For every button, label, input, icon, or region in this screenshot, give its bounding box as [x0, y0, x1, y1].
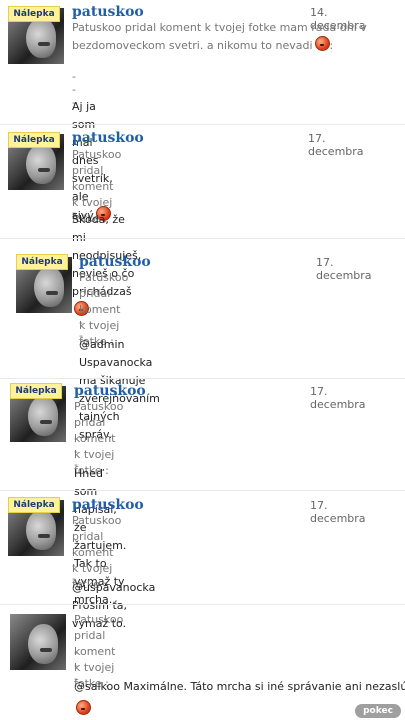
author-name[interactable]: patuskoo	[72, 497, 144, 513]
author-name[interactable]: patuskoo	[72, 4, 144, 20]
meta-line: bezdomoveckom svetri. a nikomu to nevadi…	[72, 36, 392, 54]
divider	[0, 604, 405, 605]
divider	[0, 378, 405, 379]
comment-meta: Patuskoo pridal koment k tvojej fotke ma…	[72, 20, 392, 54]
divider	[0, 124, 405, 125]
author-name[interactable]: patuskoo	[74, 383, 146, 399]
author-name[interactable]: patuskoo	[79, 254, 151, 270]
sticker-badge[interactable]: Nálepka	[8, 132, 60, 148]
angry-smiley-icon	[314, 36, 330, 51]
comment-date: 17. decembra	[310, 385, 366, 411]
comment-date: 17. decembra	[308, 132, 364, 158]
meta-text: bezdomoveckom svetri. a nikomu to nevadi	[72, 39, 313, 52]
reply-text: @salkoo Maximálne. Táto mrcha si iné spr…	[74, 680, 405, 693]
watermark-logo: pokec	[355, 704, 401, 718]
divider	[0, 490, 405, 491]
meta-suffix: :	[329, 39, 334, 52]
angry-smiley-icon	[76, 700, 91, 715]
sticker-badge[interactable]: Nálepka	[16, 254, 68, 270]
divider	[0, 238, 405, 239]
author-name[interactable]: patuskoo	[72, 130, 144, 146]
sticker-badge[interactable]: Nálepka	[8, 497, 60, 513]
comment-date: 17. decembra	[310, 499, 366, 525]
meta-line: Patuskoo pridal koment k tvojej fotke ma…	[72, 21, 367, 34]
comment-date: 17. decembra	[316, 256, 372, 282]
avatar[interactable]	[10, 614, 66, 670]
sticker-badge[interactable]: Nálepka	[8, 6, 60, 22]
sticker-badge[interactable]: Nálepka	[10, 383, 62, 399]
